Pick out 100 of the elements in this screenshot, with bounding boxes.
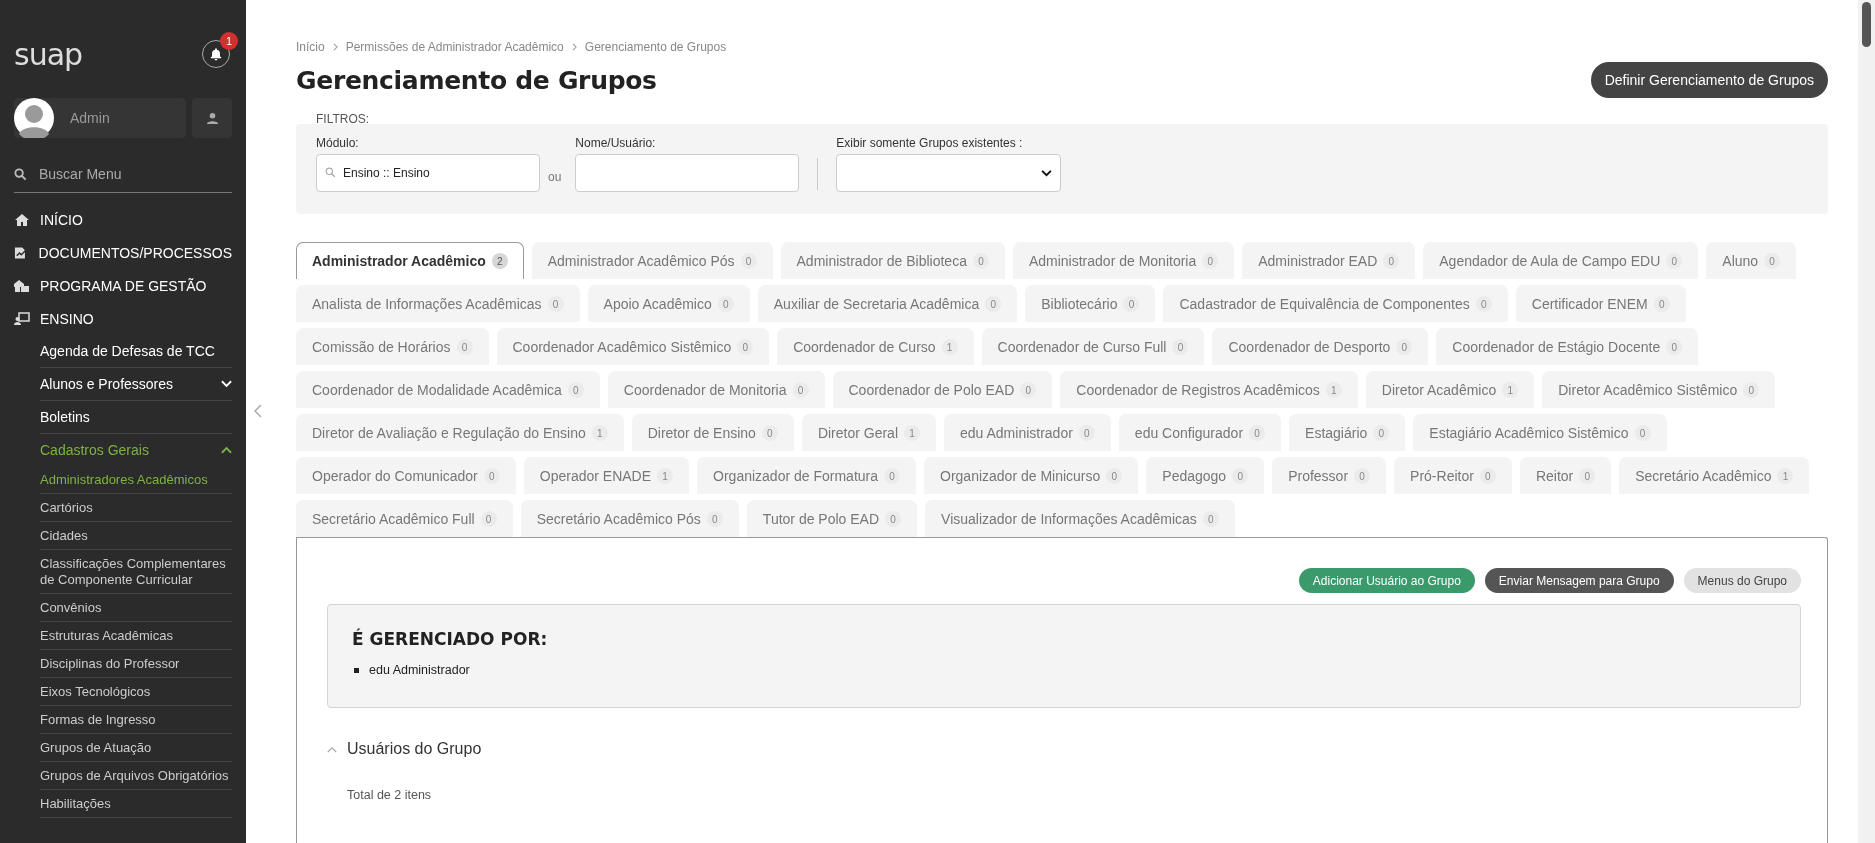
menu-item[interactable]: PROGRAMA DE GESTÃO — [14, 269, 232, 302]
group-tab[interactable]: Administrador Acadêmico 2 — [296, 242, 524, 279]
submenu-link[interactable]: Estruturas Acadêmicas — [40, 622, 232, 650]
submenu-link[interactable]: Formas de Ingresso — [40, 706, 232, 734]
users-section-header[interactable]: Usuários do Grupo — [327, 740, 1801, 758]
group-tab[interactable]: Auxiliar de Secretaria Acadêmica 0 — [757, 285, 1018, 322]
group-tab[interactable]: Administrador Acadêmico Pós 0 — [531, 242, 773, 279]
group-tab[interactable]: Administrador de Biblioteca 0 — [780, 242, 1005, 279]
group-action-button[interactable]: Adicionar Usuário ao Grupo — [1298, 568, 1475, 593]
count-badge: 0 — [740, 253, 757, 269]
group-tab[interactable]: Coordenador de Monitoria 0 — [607, 371, 825, 408]
group-tab[interactable]: Diretor Acadêmico Sistêmico 0 — [1542, 371, 1776, 408]
count-badge: 0 — [1354, 468, 1371, 484]
group-tab[interactable]: Diretor de Avaliação e Regulação do Ensino 1 — [296, 414, 624, 451]
group-tab[interactable]: Administrador EAD 0 — [1242, 242, 1416, 279]
group-tab[interactable]: Coordenador Acadêmico Sistêmico 0 — [496, 328, 770, 365]
menu-search-field[interactable]: Buscar Menu — [37, 165, 221, 183]
group-tab[interactable]: Coordenador de Modalidade Acadêmica 0 — [296, 371, 600, 408]
count-badge: 0 — [1373, 425, 1390, 441]
breadcrumb-separator — [571, 43, 577, 51]
group-tab[interactable]: Coordenador de Estágio Docente 0 — [1436, 328, 1699, 365]
group-tab[interactable]: Apoio Acadêmico 0 — [587, 285, 750, 322]
count-badge: 0 — [483, 468, 500, 484]
submenu-link[interactable]: Grupos de Arquivos Obrigatórios — [40, 762, 232, 790]
submenu-link[interactable]: Disciplinas do Professor — [40, 650, 232, 678]
group-tab[interactable]: Operador ENADE 1 — [523, 457, 690, 494]
submenu-link[interactable]: Administradores Acadêmicos — [40, 466, 232, 494]
count-badge: 0 — [737, 339, 754, 355]
breadcrumb-link[interactable]: Permissões de Administrador Acadêmico — [345, 40, 564, 54]
submenu-link[interactable]: Cidades — [40, 522, 232, 550]
group-tab[interactable]: Coordenador de Curso 1 — [777, 328, 974, 365]
breadcrumb-link[interactable]: Gerenciamento de Grupos — [584, 40, 727, 54]
count-badge: 0 — [761, 425, 778, 441]
submenu-link[interactable]: Classificações Complementares de Componente Curricular — [40, 550, 232, 594]
count-badge: 1 — [1325, 382, 1342, 398]
count-badge: 0 — [1579, 468, 1596, 484]
group-tab[interactable]: Professor 0 — [1272, 457, 1387, 494]
submenu-item[interactable]: Cadastros Gerais — [40, 434, 232, 466]
group-tab[interactable]: Secretário Acadêmico Full 0 — [296, 500, 513, 537]
name-user-field[interactable] — [575, 154, 800, 192]
menu-item[interactable]: DOCUMENTOS/PROCESSOS — [14, 236, 232, 269]
group-action-button[interactable]: Menus do Grupo — [1683, 568, 1801, 593]
group-tab[interactable]: Agendador de Aula de Campo EDU 0 — [1423, 242, 1699, 279]
group-tab[interactable]: Administrador de Monitoria 0 — [1012, 242, 1235, 279]
count-badge: 0 — [480, 511, 497, 527]
group-tab[interactable]: Coordenador de Desporto 0 — [1212, 328, 1429, 365]
group-tab[interactable]: Cadastrador de Equivalência de Componentes 0 — [1163, 285, 1508, 322]
group-tab[interactable]: Coordenador de Registros Acadêmicos 1 — [1060, 371, 1358, 408]
profile-button[interactable] — [192, 98, 232, 138]
logo[interactable]: suap — [14, 36, 83, 72]
count-badge: 0 — [1172, 339, 1189, 355]
group-tab[interactable]: Certificador ENEM 0 — [1515, 285, 1686, 322]
group-tab[interactable]: Coordenador de Curso Full 0 — [981, 328, 1205, 365]
group-tab[interactable]: Secretário Acadêmico Pós 0 — [520, 500, 739, 537]
group-tab[interactable]: Tutor de Polo EAD 0 — [746, 500, 918, 537]
module-field[interactable]: Ensino :: Ensino — [316, 154, 540, 192]
group-tab[interactable]: Organizador de Formatura 0 — [697, 457, 916, 494]
count-badge: 0 — [1396, 339, 1413, 355]
submenu-link[interactable]: Grupos de Atuação — [40, 734, 232, 762]
group-tab[interactable]: Diretor Acadêmico 1 — [1365, 371, 1535, 408]
group-tab[interactable]: Coordenador de Polo EAD 0 — [832, 371, 1053, 408]
group-tab[interactable]: Secretário Acadêmico 1 — [1619, 457, 1810, 494]
group-tab[interactable]: Diretor Geral 1 — [801, 414, 936, 451]
group-tab[interactable]: Organizador de Minicurso 0 — [924, 457, 1139, 494]
define-management-button[interactable]: Definir Gerenciamento de Grupos — [1590, 62, 1828, 98]
group-tab[interactable]: Visualizador de Informações Acadêmicas 0 — [925, 500, 1235, 537]
group-tab[interactable]: Estagiário 0 — [1289, 414, 1406, 451]
submenu-item[interactable]: Boletins — [40, 401, 232, 434]
count-badge: 1 — [1502, 382, 1519, 398]
menu-item[interactable]: INÍCIO — [14, 203, 232, 236]
group-tab[interactable]: Pedagogo 0 — [1146, 457, 1265, 494]
group-tab[interactable]: Operador do Comunicador 0 — [296, 457, 516, 494]
breadcrumb-link[interactable]: Início — [296, 40, 325, 54]
search-icon — [14, 167, 27, 181]
chevron-up-icon — [327, 745, 337, 753]
submenu-link[interactable]: Cartórios — [40, 494, 232, 522]
submenu-link[interactable]: Habilitações — [40, 790, 232, 818]
group-action-button[interactable]: Enviar Mensagem para Grupo — [1484, 568, 1674, 593]
scrollbar-thumb[interactable] — [1862, 2, 1871, 47]
group-tab[interactable]: edu Configurador 0 — [1118, 414, 1282, 451]
group-tab[interactable]: Reitor 0 — [1519, 457, 1612, 494]
group-tab[interactable]: Diretor de Ensino 0 — [631, 414, 794, 451]
submenu-item[interactable]: Agenda de Defesas de TCC — [40, 335, 232, 368]
group-tab[interactable]: Comissão de Horários 0 — [296, 328, 489, 365]
user-card[interactable]: Admin — [14, 98, 186, 138]
count-badge: 2 — [491, 253, 508, 269]
submenu-link[interactable]: Convênios — [40, 594, 232, 622]
count-badge: 0 — [1743, 382, 1760, 398]
group-tab[interactable]: Bibliotecário 0 — [1025, 285, 1156, 322]
group-tab[interactable]: Pró-Reitor 0 — [1394, 457, 1512, 494]
count-badge: 1 — [1777, 468, 1794, 484]
group-tab[interactable]: edu Administrador 0 — [944, 414, 1111, 451]
submenu-item[interactable]: Alunos e Professores — [40, 368, 232, 401]
count-badge: 1 — [657, 468, 674, 484]
group-tab[interactable]: Analista de Informações Acadêmicas 0 — [296, 285, 580, 322]
group-tab[interactable]: Estagiário Acadêmico Sistêmico 0 — [1413, 414, 1667, 451]
field-label: Módulo: — [316, 136, 360, 150]
group-tab[interactable]: Aluno 0 — [1706, 242, 1797, 279]
submenu-link[interactable]: Eixos Tecnológicos — [40, 678, 232, 706]
menu-item[interactable]: ENSINO — [14, 302, 232, 335]
